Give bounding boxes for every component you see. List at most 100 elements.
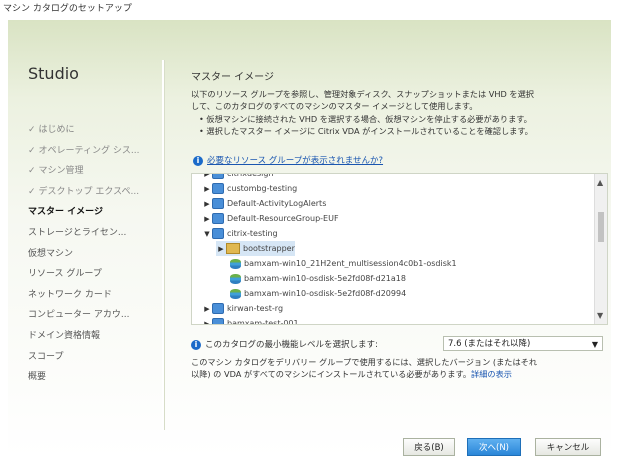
tree-label: citrix-testing <box>227 229 278 238</box>
page-title: マスター イメージ <box>191 72 274 83</box>
expand-icon[interactable]: ▶ <box>202 182 212 197</box>
tree-label: bamxam-win10-osdisk-5e2fd08f-d20994 <box>244 289 407 298</box>
cancel-button[interactable]: キャンセル <box>535 438 601 456</box>
tree-label: custombg-testing <box>227 184 298 193</box>
sidebar-step-label: はじめに <box>38 125 75 135</box>
tree-label: bamxam-win10_21H2ent_multisession4c0b1-o… <box>244 259 457 268</box>
functional-level-value: 7.6 (またはそれ以降) <box>448 339 531 349</box>
resource-group-icon <box>212 183 224 194</box>
studio-label: Studio <box>28 64 79 83</box>
tree-row[interactable]: ▶ custombg-testing <box>202 181 297 196</box>
sidebar-step: マスター イメージ <box>28 202 158 223</box>
sidebar-step: ✓ デスクトップ エクスペ... <box>28 182 158 203</box>
tree-row[interactable]: ▶ bootstrapper <box>216 241 295 256</box>
sidebar-step-label: ネットワーク カード <box>28 289 112 300</box>
sidebar-step: ドメイン資格情報 <box>28 326 158 347</box>
sidebar-step: ✓ はじめに <box>28 120 158 141</box>
sidebar-step-label: 仮想マシン <box>28 248 74 259</box>
sidebar-step-label: マシン管理 <box>38 166 84 177</box>
collapse-icon[interactable]: ▼ <box>202 227 212 242</box>
note-line-1: このマシン カタログをデリバリー グループで使用するには、選択したバージョン (… <box>191 357 538 367</box>
sidebar-step: スコープ <box>28 347 158 368</box>
back-button[interactable]: 戻る(B) <box>403 438 455 456</box>
tree-row[interactable]: ▶ bamxam-test-001 <box>202 316 299 325</box>
sidebar-step: リソース グループ <box>28 264 158 285</box>
description-line-2: して、このカタログのすべてのマシンのマスター イメージとして使用します。 <box>191 101 478 111</box>
chevron-down-icon: ▼ <box>591 340 598 349</box>
tree-row[interactable]: bamxam-win10-osdisk-5e2fd08f-d20994 <box>230 286 406 301</box>
sidebar-step: コンピューター アカウ... <box>28 305 158 326</box>
disk-icon <box>230 273 241 284</box>
tree-row[interactable]: ▶ Default-ActivityLogAlerts <box>202 196 326 211</box>
note-line-2: 以降) の VDA がすべてのマシンにインストールされている必要があります。詳細… <box>191 368 603 380</box>
wizard-frame: Studio ✓ はじめに ✓ オペレーティング シス... ✓ マシン管理 ✓ デスクトップ… <box>8 20 611 458</box>
resource-group-icon <box>212 303 224 314</box>
tree-row[interactable]: bamxam-win10_21H2ent_multisession4c0b1-o… <box>230 256 457 271</box>
sidebar-step-label: リソース グループ <box>28 269 102 280</box>
divider <box>162 60 164 430</box>
tree-row[interactable]: bamxam-win10-osdisk-5e2fd08f-d21a18 <box>230 271 406 286</box>
description: 以下のリソース グループを参照し、管理対象ディスク、スナップショットまたは VH… <box>191 88 599 112</box>
description-line-1: 以下のリソース グループを参照し、管理対象ディスク、スナップショットまたは VH… <box>191 89 534 99</box>
tree-label: bootstrapper <box>243 244 295 253</box>
sidebar-step: ✓ マシン管理 <box>28 161 158 182</box>
sidebar-step: ストレージとライセン... <box>28 223 158 244</box>
bullet-vda: • 選択したマスター イメージに Citrix VDA がインストールされている… <box>199 126 533 136</box>
resource-tree[interactable]: ▶ citrixdesign ▶ custombg-testing ▶ Default… <box>191 173 608 325</box>
sidebar-step-label: ストレージとライセン... <box>28 227 127 238</box>
window-title: マシン カタログのセットアップ <box>0 0 619 20</box>
expand-icon[interactable]: ▶ <box>202 197 212 212</box>
sidebar-step: 仮想マシン <box>28 244 158 265</box>
folder-icon <box>226 243 240 254</box>
sidebar-step-label: コンピューター アカウ... <box>28 310 130 321</box>
check-icon: ✓ <box>28 145 36 156</box>
tree-label: Default-ResourceGroup-EUF <box>227 214 339 223</box>
info-icon: i <box>193 155 203 166</box>
resource-group-icon <box>212 213 224 224</box>
sidebar-step-label: オペレーティング シス... <box>38 145 140 156</box>
sidebar-step-label: デスクトップ エクスペ... <box>38 186 140 197</box>
tree-label: kirwan-test-rg <box>227 304 284 313</box>
tree-scrollbar[interactable]: ▲ ▼ <box>594 174 607 324</box>
tree-label: Default-ActivityLogAlerts <box>227 199 327 208</box>
details-link[interactable]: 詳細の表示 <box>471 369 512 379</box>
resource-group-icon <box>212 228 224 239</box>
functional-level-label: i このカタログの最小機能レベルを選択します: <box>191 338 378 350</box>
help-row: i 必要なリソース グループが表示されませんか? <box>193 154 383 166</box>
check-icon: ✓ <box>28 186 36 197</box>
resource-group-icon <box>212 198 224 209</box>
scroll-up-icon[interactable]: ▲ <box>597 178 603 187</box>
sidebar-step: ネットワーク カード <box>28 285 158 306</box>
functional-level-select[interactable]: 7.6 (またはそれ以降) ▼ <box>443 336 603 351</box>
disk-icon <box>230 288 241 299</box>
tree-label: citrixdesign <box>227 173 274 178</box>
expand-icon[interactable]: ▶ <box>202 212 212 227</box>
resource-group-icon <box>212 174 224 179</box>
tree-row[interactable]: ▶ citrixdesign <box>202 173 274 181</box>
functional-level-text: このカタログの最小機能レベルを選択します: <box>205 340 378 350</box>
wizard-steps: ✓ はじめに ✓ オペレーティング シス... ✓ マシン管理 ✓ デスクトップ エクスペ..… <box>28 120 158 388</box>
bullet-vhd: • 仮想マシンに接続された VHD を選択する場合、仮想マシンを停止する必要があ… <box>199 114 532 124</box>
scroll-thumb[interactable] <box>598 212 604 242</box>
resource-group-help-link[interactable]: 必要なリソース グループが表示されませんか? <box>207 156 383 166</box>
info-icon: i <box>191 339 201 350</box>
tree-label: bamxam-test-001 <box>227 319 299 325</box>
sidebar-step-label: マスター イメージ <box>28 207 103 218</box>
tree-label: bamxam-win10-osdisk-5e2fd08f-d21a18 <box>244 274 406 283</box>
expand-icon[interactable]: ▶ <box>202 317 212 324</box>
check-icon: ✓ <box>28 166 36 177</box>
tree-row[interactable]: ▶ kirwan-test-rg <box>202 301 283 316</box>
resource-group-icon <box>212 318 224 324</box>
tree-row[interactable]: ▶ Default-ResourceGroup-EUF <box>202 211 339 226</box>
sidebar-step: ✓ オペレーティング シス... <box>28 141 158 162</box>
expand-icon[interactable]: ▶ <box>216 242 226 257</box>
scroll-down-icon[interactable]: ▼ <box>597 311 603 320</box>
expand-icon[interactable]: ▶ <box>202 302 212 317</box>
sidebar-step: 概要 <box>28 367 158 388</box>
vda-note: このマシン カタログをデリバリー グループで使用するには、選択したバージョン (… <box>191 356 603 380</box>
check-icon: ✓ <box>28 125 36 135</box>
sidebar: Studio ✓ はじめに ✓ オペレーティング シス... ✓ マシン管理 ✓ デスクトップ… <box>8 20 160 458</box>
next-button[interactable]: 次へ(N) <box>467 438 521 456</box>
tree-row[interactable]: ▼ citrix-testing <box>202 226 278 241</box>
disk-icon <box>230 258 241 269</box>
